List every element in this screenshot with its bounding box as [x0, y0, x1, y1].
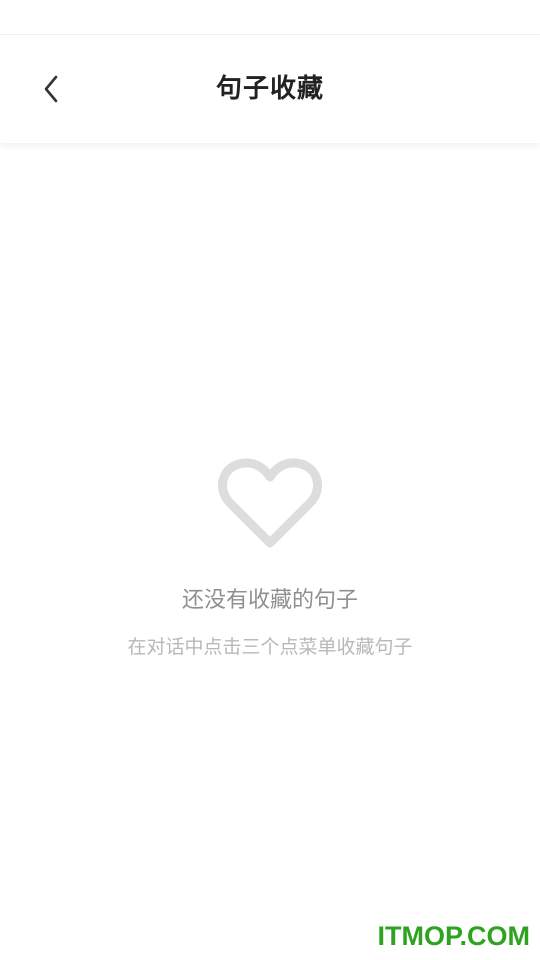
empty-state-title: 还没有收藏的句子: [181, 588, 358, 613]
favorites-page: 句子收藏 还没有收藏的句子 在对话中点击三个点菜单收藏句子 ITMOP.COM: [0, 0, 540, 960]
nav-bar: 句子收藏: [0, 35, 540, 143]
watermark-logo: ITMOP.COM: [377, 921, 530, 951]
page-title: 句子收藏: [215, 74, 324, 104]
empty-state-hint: 在对话中点击三个点菜单收藏句子: [127, 636, 413, 658]
content-area: 还没有收藏的句子 在对话中点击三个点菜单收藏句子: [0, 143, 540, 960]
status-bar: [0, 0, 540, 35]
heart-outline-icon: [218, 458, 322, 548]
